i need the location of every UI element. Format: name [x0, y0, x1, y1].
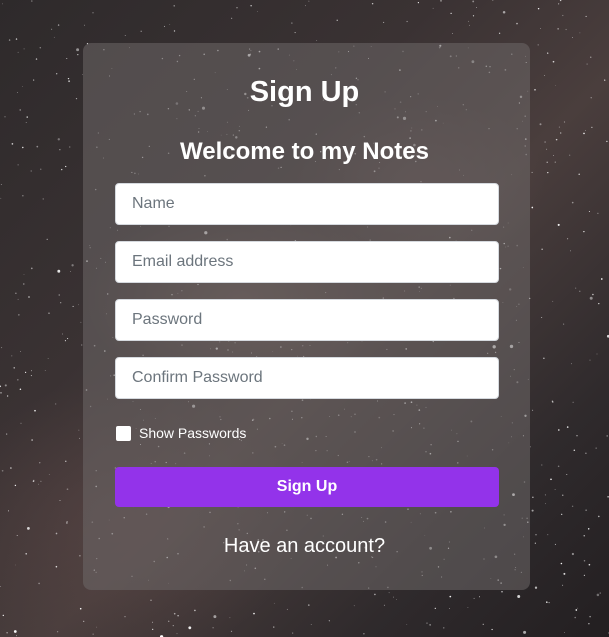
show-passwords-label[interactable]: Show Passwords [139, 425, 246, 441]
have-account-link[interactable]: Have an account? [0, 535, 609, 558]
signup-button[interactable]: Sign Up [115, 467, 499, 507]
page-title: Sign Up [249, 76, 360, 108]
email-input[interactable] [115, 241, 499, 283]
name-input[interactable] [115, 183, 499, 225]
welcome-subtitle: Welcome to my Notes [180, 138, 429, 165]
show-passwords-checkbox[interactable] [116, 425, 131, 441]
password-input[interactable] [115, 299, 499, 341]
show-passwords-row[interactable]: Show Passwords [116, 424, 246, 442]
confirm-password-input[interactable] [115, 357, 499, 399]
